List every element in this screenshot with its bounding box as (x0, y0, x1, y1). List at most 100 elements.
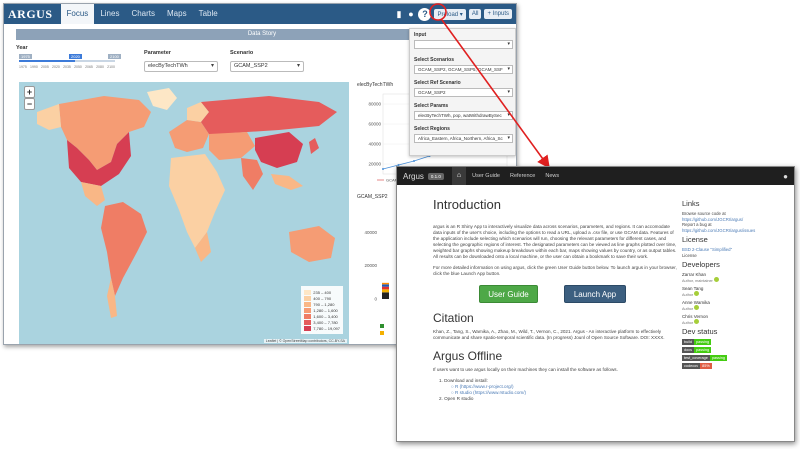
issues-link[interactable]: https://github.com/JGCRI/argus/issues (682, 228, 792, 234)
year-tick: 2005 (41, 65, 49, 69)
year-slider-fill[interactable] (19, 60, 75, 62)
github-icon[interactable]: ● (783, 172, 788, 181)
bar-y-tick: 40000 (364, 230, 377, 235)
year-tick: 2035 (63, 65, 71, 69)
argus-docs-window: Argus 0.1.0 ⌂ User Guide Reference News … (396, 166, 795, 442)
orcid-icon[interactable] (694, 305, 700, 310)
step-open-rstudio: 2. Open R studio (439, 396, 474, 401)
line-y-tick: 40000 (368, 142, 381, 147)
year-label: Year (16, 45, 28, 51)
country-australia (289, 226, 335, 262)
license-text: License (682, 252, 697, 258)
preload-button[interactable]: Preload ▾ (434, 8, 466, 20)
bar-chart-title: GCAM_SSP2 (357, 194, 388, 200)
orcid-icon[interactable] (694, 319, 700, 324)
year-slider-ticks: 1975 1990 2005 2020 2035 2050 2065 2080 2100 (19, 65, 115, 69)
legend-row: 1,600 – 3,400 (304, 313, 340, 319)
status-badge[interactable]: codecov 85% (682, 363, 792, 369)
docs-sidebar: Links Browse source code at https://gith… (682, 197, 792, 371)
developer-role-row: Author (682, 319, 792, 325)
developers-list: Zarrar Khan Author, maintainer Sean Tang A… (682, 272, 792, 325)
legend-row: 1,280 – 1,600 (304, 307, 340, 313)
user-guide-button[interactable]: User Guide (479, 285, 538, 303)
badge-value: passing (694, 339, 712, 345)
orcid-icon[interactable] (713, 277, 719, 282)
status-badge[interactable]: docs passing (682, 347, 792, 353)
year-tick: 1990 (30, 65, 38, 69)
version-badge: 0.1.0 (427, 172, 444, 180)
select-ref-scenario[interactable]: GCAM_SSP2 (414, 88, 513, 97)
badge-key: test_coverage (682, 355, 710, 361)
input-select[interactable] (414, 40, 513, 49)
select-params[interactable]: elecByTechTWh, pop, watWithdrawBySec (414, 111, 513, 120)
docs-brand[interactable]: Argus (403, 172, 424, 181)
developer-entry: Zarrar Khan Author, maintainer (682, 272, 792, 283)
country-greenland (147, 88, 177, 110)
top-navbar: ARGUS Focus Lines Charts Maps Table ▮ ● … (4, 4, 516, 24)
badge-key: docs (682, 347, 695, 353)
country-alaska (37, 104, 61, 130)
tab-lines[interactable]: Lines (94, 4, 125, 24)
nav-reference[interactable]: Reference (510, 173, 535, 179)
map-attribution[interactable]: Leaflet | © OpenStreetMap contributors, … (263, 339, 347, 343)
home-icon[interactable]: ⌂ (451, 167, 467, 185)
app-brand: ARGUS (8, 6, 53, 21)
legend-row: 3,400 – 7,780 (304, 319, 340, 325)
scenario-label: Scenario (230, 50, 254, 56)
legend-range: 7,780 – 19,097 (313, 325, 340, 331)
legend-range: 790 – 1,280 (313, 301, 335, 307)
help-icon[interactable]: ? (418, 7, 432, 21)
country-central-asia (209, 132, 255, 160)
parameter-label: Parameter (144, 50, 171, 56)
zoom-out-button[interactable]: − (24, 98, 35, 110)
bar-y-tick: 20000 (364, 263, 377, 268)
orcid-icon[interactable] (694, 291, 700, 296)
tab-focus[interactable]: Focus (60, 4, 95, 24)
developers-heading: Developers (682, 260, 720, 269)
select-regions-label: Select Regions (414, 126, 450, 132)
year-tick: 2020 (52, 65, 60, 69)
nav-news[interactable]: News (545, 173, 559, 179)
select-scenarios-label: Select Scenarios (414, 57, 455, 63)
input-label: Input (414, 32, 427, 38)
bar-legend-swatch-green (380, 324, 384, 328)
legend-swatch (304, 289, 312, 295)
tab-maps[interactable]: Maps (161, 4, 193, 24)
nav-user-guide[interactable]: User Guide (472, 173, 500, 179)
select-scenarios[interactable]: GCAM_SSP2, GCAM_SSP5, GCAM_SSF (414, 65, 513, 74)
input-panel: Input Select Scenarios GCAM_SSP2, GCAM_S… (409, 28, 516, 156)
launch-app-button[interactable]: Launch App (564, 285, 626, 303)
legend-swatch (304, 319, 312, 325)
intro-paragraph: argus is an R Shiny App to interactively… (433, 224, 677, 259)
docs-main-content: Introduction argus is an R Shiny App to … (433, 197, 678, 402)
year-current-badge: 2020 (69, 54, 82, 59)
badge-value: passing (694, 347, 712, 353)
line-y-tick: 60000 (368, 122, 381, 127)
tab-charts[interactable]: Charts (125, 4, 161, 24)
status-badge[interactable]: test_coverage passing (682, 355, 792, 361)
tab-table[interactable]: Table (193, 4, 224, 24)
map-legend: 235 – 400 400 – 790 790 – 1,280 1,280 – 1,6… (301, 286, 343, 334)
bookmark-icon[interactable]: ▮ (394, 9, 403, 19)
scenario-select[interactable]: GCAM_SSP2 (230, 61, 304, 72)
bar-segment (382, 289, 389, 293)
world-map[interactable]: + − 235 – 400 400 – 790 790 – 1,280 1,280 –… (19, 82, 349, 344)
action-buttons: User Guide Launch App (479, 285, 678, 303)
developer-entry: Chris Vernon Author (682, 314, 792, 325)
bar-y-tick: 0 (374, 297, 377, 302)
country-southeast-asia (271, 174, 303, 190)
zoom-in-button[interactable]: + (24, 86, 35, 98)
status-badge[interactable]: build passing (682, 339, 792, 345)
select-regions[interactable]: Africa_Eastern, Africa_Northern, Africa_… (414, 134, 513, 143)
badge-key: codecov (682, 363, 701, 369)
inputs-button[interactable]: + Inputs (484, 9, 512, 19)
line-y-tick: 80000 (368, 102, 381, 107)
all-button[interactable]: All (468, 9, 482, 19)
bar-segment (382, 284, 389, 287)
parameter-select[interactable]: elecByTechTWh (144, 61, 218, 72)
citation-heading: Citation (433, 311, 474, 325)
dev-status-heading: Dev status (682, 327, 718, 336)
github-icon[interactable]: ● (406, 9, 415, 19)
more-info-paragraph: For more detailed information on using a… (433, 265, 677, 276)
year-tick: 1975 (19, 65, 27, 69)
